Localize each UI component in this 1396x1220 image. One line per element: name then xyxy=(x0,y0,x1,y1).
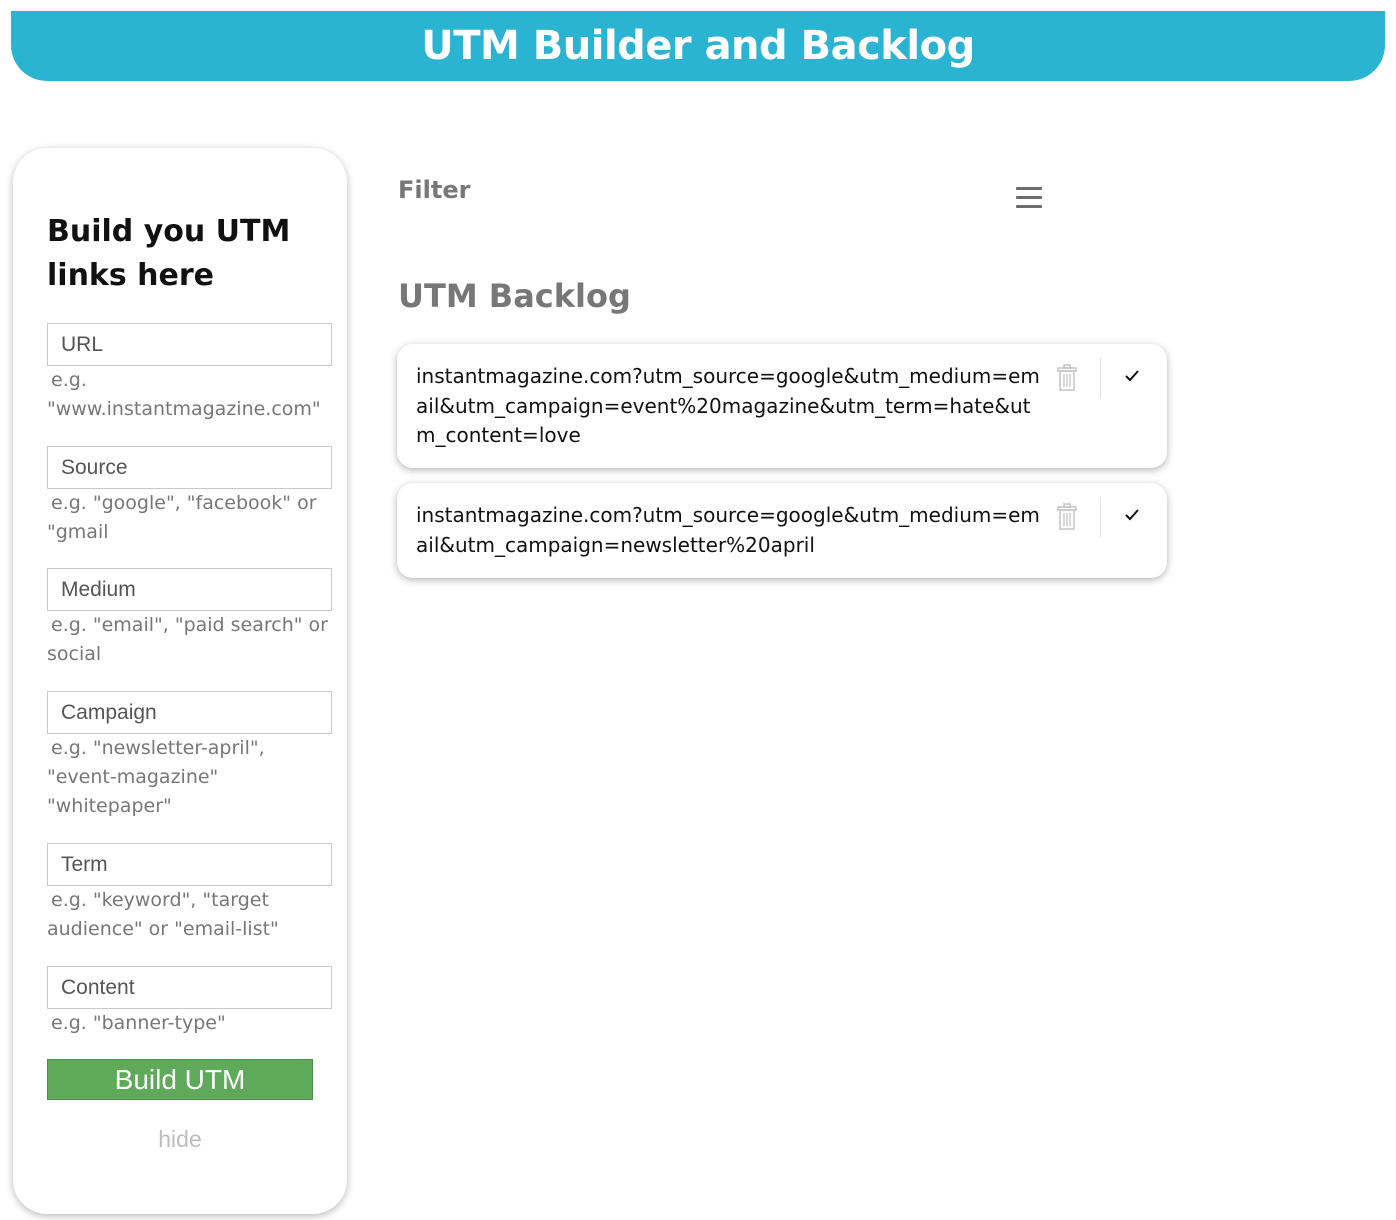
hamburger-menu-icon[interactable] xyxy=(1016,187,1042,209)
term-hint: e.g. "keyword", "target audience" or "em… xyxy=(47,886,317,944)
content-hint-text: e.g. "banner-type" xyxy=(51,1012,226,1034)
backlog-title: UTM Backlog xyxy=(398,277,631,315)
action-divider xyxy=(1100,497,1101,537)
build-utm-button[interactable]: Build UTM xyxy=(47,1059,313,1100)
campaign-input[interactable]: Campaign xyxy=(47,691,332,734)
backlog-item-url: instantmagazine.com?utm_source=google&ut… xyxy=(416,364,1040,447)
app-title: UTM Builder and Backlog xyxy=(421,23,975,69)
trash-icon[interactable] xyxy=(1057,503,1077,531)
content-input[interactable]: Content xyxy=(47,966,332,1009)
medium-hint: e.g. "email", "paid search" or social xyxy=(47,611,337,669)
source-hint-text: e.g. "google", "facebook" or "gmail xyxy=(47,492,317,543)
source-hint: e.g. "google", "facebook" or "gmail xyxy=(47,489,337,547)
medium-input[interactable]: Medium xyxy=(47,568,332,611)
backlog-item: instantmagazine.com?utm_source=google&ut… xyxy=(397,483,1167,578)
term-input[interactable]: Term xyxy=(47,843,332,886)
trash-icon[interactable] xyxy=(1057,364,1077,392)
utm-builder-panel: Build you UTM links here URL e.g. "www.i… xyxy=(13,148,347,1214)
app-header: UTM Builder and Backlog xyxy=(11,11,1385,81)
url-hint: e.g. "www.instantmagazine.com" xyxy=(47,366,337,424)
campaign-hint: e.g. "newsletter-april", "event-magazine… xyxy=(47,734,287,821)
check-icon[interactable] xyxy=(1124,368,1140,384)
action-divider xyxy=(1100,358,1101,398)
builder-title: Build you UTM links here xyxy=(47,214,291,293)
term-hint-text: e.g. "keyword", "target audience" or "em… xyxy=(47,889,279,940)
content-hint: e.g. "banner-type" xyxy=(47,1009,337,1038)
hide-link[interactable]: hide xyxy=(13,1126,347,1153)
source-input[interactable]: Source xyxy=(47,446,332,489)
medium-hint-text: e.g. "email", "paid search" or social xyxy=(47,614,328,665)
url-input[interactable]: URL xyxy=(47,323,332,366)
check-icon[interactable] xyxy=(1124,507,1140,523)
backlog-item-url: instantmagazine.com?utm_source=google&ut… xyxy=(416,503,1040,557)
filter-label: Filter xyxy=(398,176,471,204)
backlog-item: instantmagazine.com?utm_source=google&ut… xyxy=(397,344,1167,468)
url-hint-text: e.g. "www.instantmagazine.com" xyxy=(47,369,321,420)
campaign-hint-text: e.g. "newsletter-april", "event-magazine… xyxy=(47,737,265,817)
